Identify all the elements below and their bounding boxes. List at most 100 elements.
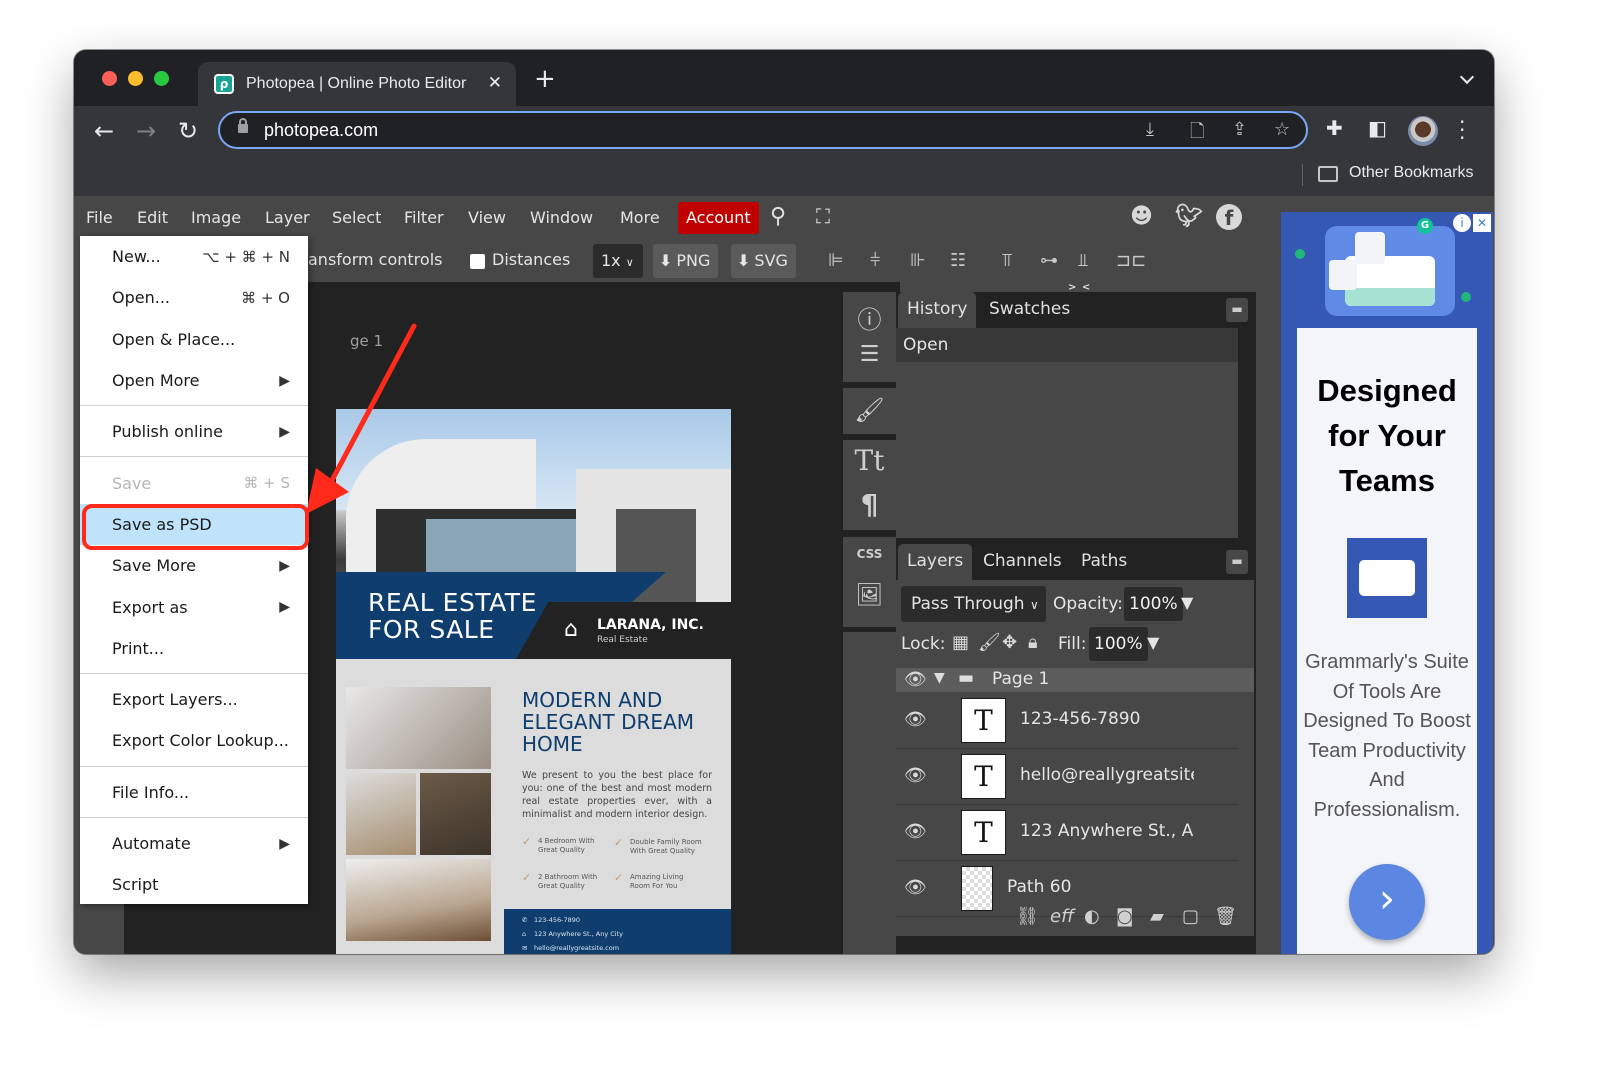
menu-item-open-and-place[interactable]: Open & Place... (80, 319, 308, 360)
fill-input[interactable]: 100% (1089, 627, 1148, 661)
fullscreen-icon[interactable]: ⛶ (816, 204, 830, 228)
lock-pixels-icon[interactable]: 🖌︎ (978, 632, 1001, 653)
adjustment-icon[interactable]: ◐ (1084, 906, 1100, 927)
menu-item-open-more[interactable]: Open More ▶ (80, 360, 308, 401)
lock-transparency-icon[interactable]: ▦ (952, 632, 969, 653)
image-icon[interactable]: 🖼︎ (843, 583, 896, 608)
distribute-vertical-icon[interactable]: ☷ (950, 250, 966, 271)
layer-group-row[interactable]: 👁︎ ▼ ▬ Page 1 (896, 668, 1254, 692)
opacity-dropdown-icon[interactable]: ▼ (1181, 593, 1193, 612)
menu-item-open[interactable]: Open... ⌘ + O (80, 277, 308, 318)
new-tab-button[interactable]: + (534, 66, 556, 92)
adjustments-icon[interactable]: ☰ (843, 342, 896, 367)
twitter-icon[interactable]: 🐦︎ (1175, 204, 1203, 229)
visibility-eye-icon[interactable]: 👁︎ (904, 765, 927, 786)
menu-item-print[interactable]: Print... (80, 628, 308, 669)
menu-item-script[interactable]: Script (80, 864, 308, 905)
advertisement[interactable]: i ✕ G Designed for Your Teams Grammarly'… (1281, 212, 1493, 954)
menu-image[interactable]: Image (191, 208, 241, 227)
align-left-icon[interactable]: ⊫ (828, 250, 844, 271)
brush-settings-icon[interactable]: 🖌︎ (843, 396, 896, 424)
facebook-icon[interactable]: f (1216, 204, 1242, 230)
tab-history[interactable]: History (898, 292, 977, 328)
panel-menu-button[interactable]: ▬ (1226, 298, 1248, 322)
menu-view[interactable]: View (468, 208, 506, 227)
menu-item-export-color-lookup[interactable]: Export Color Lookup... (80, 720, 308, 761)
close-tab-icon[interactable]: ✕ (488, 73, 502, 93)
bookmark-star-icon[interactable]: ☆ (1274, 119, 1290, 140)
side-panel-icon[interactable]: ◧ (1368, 116, 1387, 140)
install-app-icon[interactable]: ⤓ (1146, 119, 1154, 140)
search-icon[interactable]: ⚲ (770, 204, 786, 229)
distribute-horizontal-icon[interactable]: ⊐⊏ (1116, 250, 1146, 271)
align-center-horizontal-icon[interactable]: ⫩ (870, 250, 880, 271)
reddit-icon[interactable]: ☻ (1130, 204, 1153, 229)
effects-icon[interactable]: eff (1050, 906, 1074, 927)
distances-checkbox[interactable] (470, 254, 485, 269)
menu-item-file-info[interactable]: File Info... (80, 772, 308, 813)
paragraph-icon[interactable]: ¶ (843, 488, 896, 521)
visibility-eye-icon[interactable]: 👁︎ (904, 821, 927, 842)
reload-button[interactable]: ↻ (178, 116, 198, 146)
tab-channels[interactable]: Channels (974, 544, 1071, 580)
extensions-icon[interactable]: ✚ (1326, 116, 1343, 140)
export-png-button[interactable]: ⬇ PNG (653, 244, 719, 278)
tab-search-chevron-icon[interactable] (1459, 69, 1475, 85)
layer-row[interactable]: 👁︎ T 123 Anywhere St., Any (896, 805, 1238, 861)
align-bottom-icon[interactable]: ⫫ (1078, 250, 1088, 271)
menu-more[interactable]: More (620, 208, 660, 227)
menu-item-save-as-psd[interactable]: Save as PSD (80, 503, 308, 546)
lock-icon[interactable] (238, 118, 248, 133)
fill-dropdown-icon[interactable]: ▼ (1147, 633, 1159, 652)
ad-close-icon[interactable]: ✕ (1473, 214, 1491, 232)
link-icon[interactable]: ⛓ (1016, 906, 1039, 927)
menu-item-publish-online[interactable]: Publish online ▶ (80, 411, 308, 452)
page-icon[interactable]: 🗋 (1190, 119, 1204, 149)
menu-item-export-as[interactable]: Export as ▶ (80, 586, 308, 627)
share-icon[interactable]: ⇪ (1232, 119, 1247, 140)
ad-info-icon[interactable]: i (1453, 214, 1471, 232)
menu-select[interactable]: Select (332, 208, 381, 227)
lock-position-icon[interactable]: ✥ (1002, 632, 1017, 653)
mask-icon[interactable]: ◙ (1116, 906, 1133, 927)
page-tab-label[interactable]: ge 1 (350, 332, 383, 350)
menu-edit[interactable]: Edit (137, 208, 168, 227)
url-text[interactable]: photopea.com (264, 120, 378, 141)
align-middle-vertical-icon[interactable]: ⊶ (1040, 250, 1058, 271)
history-entry[interactable]: Open (896, 328, 1238, 362)
visibility-eye-icon[interactable]: 👁︎ (904, 669, 927, 690)
export-scale-select[interactable]: 1x ∨ (593, 244, 643, 278)
layer-row[interactable]: 👁︎ T hello@reallygreatsite. (896, 749, 1238, 805)
visibility-eye-icon[interactable]: 👁︎ (904, 877, 927, 898)
align-top-icon[interactable]: ⫪ (1002, 250, 1012, 271)
browser-menu-icon[interactable]: · · · (1459, 112, 1465, 148)
lock-all-icon[interactable]: 🔒︎ (1028, 632, 1038, 653)
align-right-icon[interactable]: ⊪ (910, 250, 926, 271)
info-icon[interactable]: ⓘ (843, 300, 896, 335)
distances-label[interactable]: Distances (492, 250, 570, 269)
forward-button[interactable]: → (136, 116, 156, 146)
ad-next-button[interactable]: › (1349, 864, 1425, 940)
layer-row[interactable]: 👁︎ T 123-456-7890 (896, 693, 1238, 749)
maximize-window-button[interactable] (154, 71, 169, 86)
blend-mode-select[interactable]: Pass Through ∨ (901, 586, 1046, 622)
account-button[interactable]: Account (678, 202, 759, 234)
browser-tab[interactable]: ρ Photopea | Online Photo Editor ✕ (198, 62, 516, 106)
other-bookmarks-link[interactable]: Other Bookmarks (1349, 164, 1473, 182)
new-group-folder-icon[interactable]: ▰ (1150, 906, 1164, 927)
character-icon[interactable]: Tt (843, 444, 896, 477)
menu-item-save[interactable]: Save ⌘ + S (80, 462, 308, 503)
menu-window[interactable]: Window (530, 208, 593, 227)
trash-icon[interactable]: 🗑︎ (1214, 906, 1237, 927)
panel-menu-button[interactable]: ▬ (1226, 550, 1248, 574)
back-button[interactable]: ← (94, 116, 114, 146)
new-layer-icon[interactable]: ▢ (1182, 906, 1199, 927)
menu-item-export-layers[interactable]: Export Layers... (80, 679, 308, 720)
address-bar[interactable]: photopea.com ⤓ 🗋 ⇪ ☆ (218, 111, 1308, 149)
close-window-button[interactable] (102, 71, 117, 86)
export-svg-button[interactable]: ⬇ SVG (731, 244, 796, 278)
menu-layer[interactable]: Layer (265, 208, 310, 227)
menu-item-save-more[interactable]: Save More ▶ (80, 545, 308, 586)
css-icon[interactable]: CSS (843, 547, 896, 561)
visibility-eye-icon[interactable]: 👁︎ (904, 709, 927, 730)
